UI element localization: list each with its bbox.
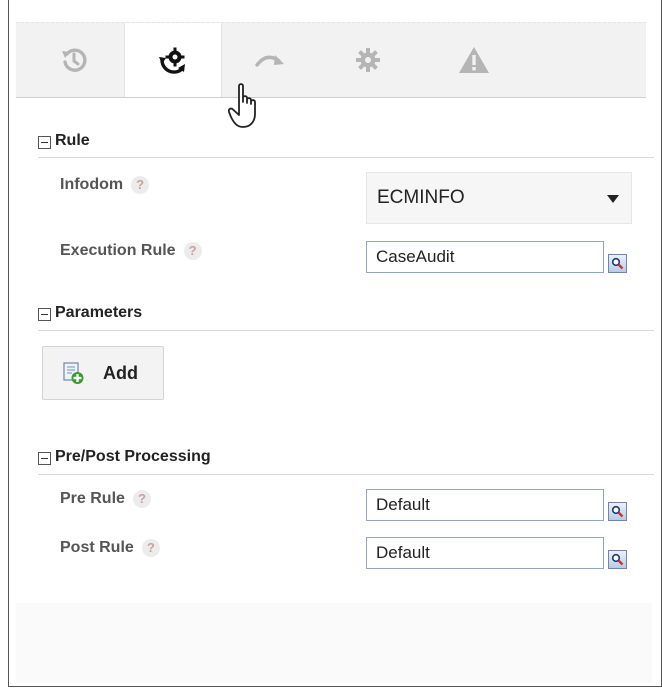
hand-cursor-icon	[227, 82, 262, 135]
gear-icon	[355, 47, 381, 73]
execution-rule-label-row: Execution Rule ?	[60, 242, 202, 260]
redo-arrow-icon	[253, 50, 287, 70]
infodom-label-row: Infodom ?	[60, 176, 150, 194]
post-rule-lookup-button[interactable]	[608, 550, 627, 569]
search-icon	[611, 257, 624, 270]
collapse-icon[interactable]	[38, 452, 51, 465]
footer-area	[16, 603, 652, 683]
toolbar-button-warning[interactable]	[426, 23, 522, 97]
section-parameters-title: Parameters	[55, 304, 143, 321]
help-icon[interactable]: ?	[141, 539, 160, 557]
execution-rule-label: Execution Rule	[60, 242, 176, 259]
section-rule-header[interactable]: Rule	[38, 132, 90, 150]
section-divider	[38, 474, 654, 475]
section-processing-header[interactable]: Pre/Post Processing	[38, 448, 211, 466]
pre-rule-label: Pre Rule	[60, 490, 125, 507]
collapse-icon[interactable]	[38, 308, 51, 321]
execution-rule-lookup-button[interactable]	[608, 254, 627, 273]
post-rule-input[interactable]: Default	[366, 537, 604, 569]
refresh-settings-icon	[157, 44, 189, 76]
execution-rule-value: CaseAudit	[376, 247, 455, 266]
post-rule-value: Default	[376, 543, 430, 562]
toolbar-button-refresh-settings[interactable]	[124, 23, 222, 97]
help-icon[interactable]: ?	[183, 242, 202, 260]
add-document-icon	[63, 362, 84, 384]
section-processing-title: Pre/Post Processing	[55, 448, 211, 465]
infodom-label: Infodom	[60, 176, 124, 193]
execution-rule-input[interactable]: CaseAudit	[366, 241, 604, 273]
post-rule-label-row: Post Rule ?	[60, 539, 160, 557]
pre-rule-lookup-button[interactable]	[608, 502, 627, 521]
toolbar-button-history[interactable]	[26, 23, 122, 97]
toolbar	[16, 22, 646, 98]
section-divider	[38, 330, 654, 331]
collapse-icon[interactable]	[38, 136, 51, 149]
search-icon	[611, 505, 624, 518]
pre-rule-input[interactable]: Default	[366, 489, 604, 521]
infodom-selected-value: ECMINFO	[377, 187, 465, 208]
help-icon[interactable]: ?	[132, 490, 151, 508]
search-icon	[611, 553, 624, 566]
infodom-select[interactable]: ECMINFO	[366, 172, 632, 224]
section-rule-title: Rule	[55, 132, 90, 149]
section-divider	[38, 157, 654, 158]
section-parameters-header[interactable]: Parameters	[38, 304, 142, 322]
chevron-down-icon	[607, 195, 619, 203]
post-rule-label: Post Rule	[60, 539, 134, 556]
pre-rule-value: Default	[376, 495, 430, 514]
pre-rule-label-row: Pre Rule ?	[60, 490, 151, 508]
warning-icon	[457, 45, 491, 75]
add-button-label: Add	[103, 362, 138, 383]
toolbar-button-settings[interactable]	[320, 23, 416, 97]
add-parameter-button[interactable]: Add	[42, 346, 164, 400]
panel-frame	[8, 0, 662, 687]
help-icon[interactable]: ?	[131, 176, 150, 194]
history-icon	[59, 45, 89, 75]
